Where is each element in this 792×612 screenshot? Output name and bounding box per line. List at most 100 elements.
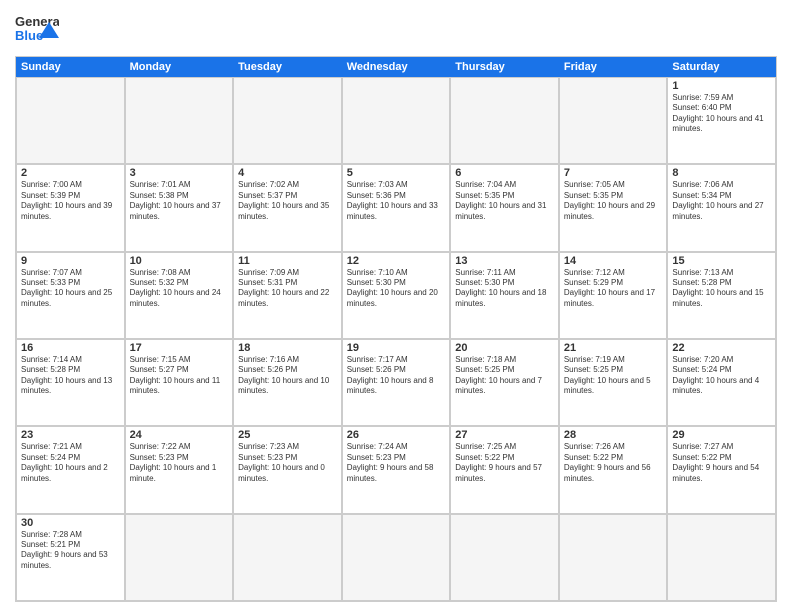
empty-cell [559,514,668,601]
day-number: 23 [21,429,120,441]
calendar-cell-28: 28Sunrise: 7:26 AM Sunset: 5:22 PM Dayli… [559,426,668,513]
calendar-cell-12: 12Sunrise: 7:10 AM Sunset: 5:30 PM Dayli… [342,252,451,339]
cell-text: Sunrise: 7:19 AM Sunset: 5:25 PM Dayligh… [564,355,663,397]
day-number: 26 [347,429,446,441]
day-number: 3 [130,167,229,179]
day-number: 12 [347,255,446,267]
cell-text: Sunrise: 7:27 AM Sunset: 5:22 PM Dayligh… [672,442,771,484]
cell-text: Sunrise: 7:22 AM Sunset: 5:23 PM Dayligh… [130,442,229,484]
cell-text: Sunrise: 7:20 AM Sunset: 5:24 PM Dayligh… [672,355,771,397]
calendar-cell-1: 1Sunrise: 7:59 AM Sunset: 6:40 PM Daylig… [667,77,776,164]
day-number: 6 [455,167,554,179]
day-header-friday: Friday [559,57,668,77]
day-number: 21 [564,342,663,354]
cell-text: Sunrise: 7:28 AM Sunset: 5:21 PM Dayligh… [21,530,120,572]
day-number: 4 [238,167,337,179]
empty-cell [125,77,234,164]
empty-cell [16,77,125,164]
day-number: 17 [130,342,229,354]
day-number: 29 [672,429,771,441]
empty-cell [125,514,234,601]
calendar-page: General Blue SundayMondayTuesdayWednesda… [0,0,792,612]
calendar-cell-27: 27Sunrise: 7:25 AM Sunset: 5:22 PM Dayli… [450,426,559,513]
day-number: 15 [672,255,771,267]
logo: General Blue [15,10,59,50]
day-number: 18 [238,342,337,354]
day-number: 7 [564,167,663,179]
empty-cell [450,514,559,601]
cell-text: Sunrise: 7:21 AM Sunset: 5:24 PM Dayligh… [21,442,120,484]
cell-text: Sunrise: 7:10 AM Sunset: 5:30 PM Dayligh… [347,268,446,310]
calendar-cell-3: 3Sunrise: 7:01 AM Sunset: 5:38 PM Daylig… [125,164,234,251]
calendar-cell-9: 9Sunrise: 7:07 AM Sunset: 5:33 PM Daylig… [16,252,125,339]
day-number: 28 [564,429,663,441]
cell-text: Sunrise: 7:23 AM Sunset: 5:23 PM Dayligh… [238,442,337,484]
day-number: 10 [130,255,229,267]
day-number: 8 [672,167,771,179]
calendar-cell-22: 22Sunrise: 7:20 AM Sunset: 5:24 PM Dayli… [667,339,776,426]
calendar-cell-19: 19Sunrise: 7:17 AM Sunset: 5:26 PM Dayli… [342,339,451,426]
calendar-cell-26: 26Sunrise: 7:24 AM Sunset: 5:23 PM Dayli… [342,426,451,513]
svg-text:Blue: Blue [15,28,43,43]
cell-text: Sunrise: 7:13 AM Sunset: 5:28 PM Dayligh… [672,268,771,310]
calendar-cell-30: 30Sunrise: 7:28 AM Sunset: 5:21 PM Dayli… [16,514,125,601]
calendar-cell-11: 11Sunrise: 7:09 AM Sunset: 5:31 PM Dayli… [233,252,342,339]
day-number: 30 [21,517,120,529]
day-number: 13 [455,255,554,267]
day-header-monday: Monday [125,57,234,77]
cell-text: Sunrise: 7:18 AM Sunset: 5:25 PM Dayligh… [455,355,554,397]
day-header-thursday: Thursday [450,57,559,77]
day-number: 20 [455,342,554,354]
day-number: 1 [672,80,771,92]
calendar-cell-20: 20Sunrise: 7:18 AM Sunset: 5:25 PM Dayli… [450,339,559,426]
empty-cell [450,77,559,164]
cell-text: Sunrise: 7:11 AM Sunset: 5:30 PM Dayligh… [455,268,554,310]
calendar-cell-5: 5Sunrise: 7:03 AM Sunset: 5:36 PM Daylig… [342,164,451,251]
cell-text: Sunrise: 7:14 AM Sunset: 5:28 PM Dayligh… [21,355,120,397]
day-number: 22 [672,342,771,354]
day-number: 27 [455,429,554,441]
cell-text: Sunrise: 7:05 AM Sunset: 5:35 PM Dayligh… [564,180,663,222]
empty-cell [342,514,451,601]
cell-text: Sunrise: 7:00 AM Sunset: 5:39 PM Dayligh… [21,180,120,222]
calendar-cell-23: 23Sunrise: 7:21 AM Sunset: 5:24 PM Dayli… [16,426,125,513]
calendar-cell-15: 15Sunrise: 7:13 AM Sunset: 5:28 PM Dayli… [667,252,776,339]
day-number: 16 [21,342,120,354]
calendar-cell-10: 10Sunrise: 7:08 AM Sunset: 5:32 PM Dayli… [125,252,234,339]
cell-text: Sunrise: 7:12 AM Sunset: 5:29 PM Dayligh… [564,268,663,310]
calendar-grid: 1Sunrise: 7:59 AM Sunset: 6:40 PM Daylig… [16,77,776,601]
calendar-cell-25: 25Sunrise: 7:23 AM Sunset: 5:23 PM Dayli… [233,426,342,513]
svg-text:General: General [15,14,59,29]
cell-text: Sunrise: 7:17 AM Sunset: 5:26 PM Dayligh… [347,355,446,397]
calendar: SundayMondayTuesdayWednesdayThursdayFrid… [15,56,777,602]
calendar-cell-24: 24Sunrise: 7:22 AM Sunset: 5:23 PM Dayli… [125,426,234,513]
day-number: 9 [21,255,120,267]
calendar-cell-8: 8Sunrise: 7:06 AM Sunset: 5:34 PM Daylig… [667,164,776,251]
calendar-cell-29: 29Sunrise: 7:27 AM Sunset: 5:22 PM Dayli… [667,426,776,513]
cell-text: Sunrise: 7:02 AM Sunset: 5:37 PM Dayligh… [238,180,337,222]
empty-cell [559,77,668,164]
empty-cell [667,514,776,601]
logo-icon: General Blue [15,10,59,50]
day-header-wednesday: Wednesday [342,57,451,77]
day-number: 14 [564,255,663,267]
calendar-cell-13: 13Sunrise: 7:11 AM Sunset: 5:30 PM Dayli… [450,252,559,339]
day-header-sunday: Sunday [16,57,125,77]
day-number: 25 [238,429,337,441]
day-header-saturday: Saturday [667,57,776,77]
cell-text: Sunrise: 7:59 AM Sunset: 6:40 PM Dayligh… [672,93,771,135]
cell-text: Sunrise: 7:03 AM Sunset: 5:36 PM Dayligh… [347,180,446,222]
cell-text: Sunrise: 7:06 AM Sunset: 5:34 PM Dayligh… [672,180,771,222]
cell-text: Sunrise: 7:07 AM Sunset: 5:33 PM Dayligh… [21,268,120,310]
cell-text: Sunrise: 7:08 AM Sunset: 5:32 PM Dayligh… [130,268,229,310]
calendar-cell-18: 18Sunrise: 7:16 AM Sunset: 5:26 PM Dayli… [233,339,342,426]
empty-cell [233,514,342,601]
day-header-tuesday: Tuesday [233,57,342,77]
header: General Blue [15,10,777,50]
cell-text: Sunrise: 7:26 AM Sunset: 5:22 PM Dayligh… [564,442,663,484]
cell-text: Sunrise: 7:09 AM Sunset: 5:31 PM Dayligh… [238,268,337,310]
calendar-cell-21: 21Sunrise: 7:19 AM Sunset: 5:25 PM Dayli… [559,339,668,426]
calendar-cell-2: 2Sunrise: 7:00 AM Sunset: 5:39 PM Daylig… [16,164,125,251]
cell-text: Sunrise: 7:24 AM Sunset: 5:23 PM Dayligh… [347,442,446,484]
cell-text: Sunrise: 7:01 AM Sunset: 5:38 PM Dayligh… [130,180,229,222]
